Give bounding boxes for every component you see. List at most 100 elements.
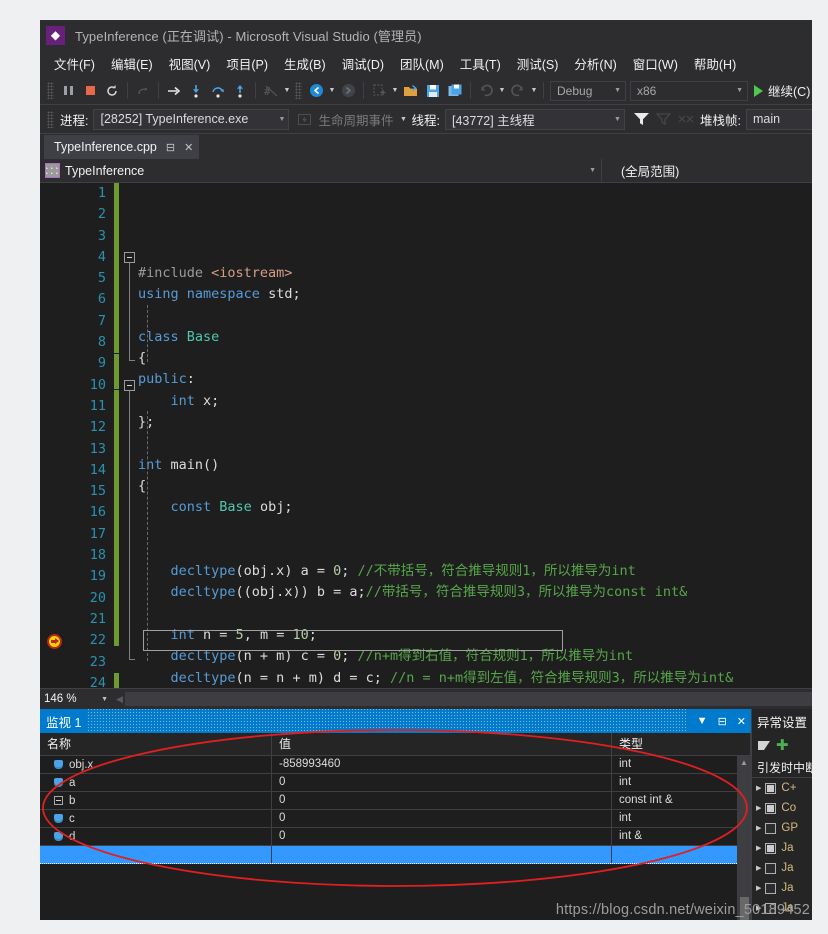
chevron-down-icon[interactable]: ▼ bbox=[692, 715, 713, 727]
watch-row-name[interactable]: obj.x bbox=[40, 756, 272, 773]
watch-row[interactable]: obj.x -858993460 int bbox=[40, 756, 737, 774]
redo-dropdown-icon[interactable]: ▼ bbox=[529, 80, 539, 101]
code-line[interactable]: decltype(n + m) c = 0; //n+m得到右值，符合规则1，所… bbox=[138, 646, 812, 667]
menu-debug[interactable]: 调试(D) bbox=[334, 50, 392, 77]
code-line[interactable]: { bbox=[138, 348, 812, 369]
code-line[interactable]: int x; bbox=[138, 391, 812, 412]
code-editor[interactable]: 1234567891011121314151617181920212223242… bbox=[40, 183, 812, 688]
thread-combo[interactable]: [43772] 主线程 ▼ bbox=[444, 108, 625, 130]
menu-window[interactable]: 窗口(W) bbox=[625, 50, 686, 77]
watch-row[interactable] bbox=[40, 846, 737, 864]
nav-scope-combo[interactable]: (全局范围) bbox=[602, 159, 812, 182]
add-icon[interactable]: ✚ bbox=[776, 738, 789, 753]
navigate-back-icon[interactable] bbox=[305, 80, 327, 101]
exception-rows-container[interactable]: ▶C+▶Co▶GP▶Ja▶Ja▶Ja▶Ja▶Ja bbox=[752, 778, 812, 920]
column-header-value[interactable]: 值 bbox=[272, 733, 612, 755]
chevron-right-icon[interactable]: ▶ bbox=[756, 824, 761, 832]
solution-configuration-combo[interactable]: Debug ▼ bbox=[550, 80, 626, 101]
code-line[interactable]: decltype(n = n + m) d = c; //n = n+m得到左值… bbox=[138, 668, 812, 688]
scroll-up-arrow-icon[interactable]: ▲ bbox=[740, 758, 748, 767]
menu-test[interactable]: 测试(S) bbox=[509, 50, 567, 77]
code-line[interactable]: { bbox=[138, 476, 812, 497]
code-text-area[interactable]: #include <iostream> using namespace std; … bbox=[138, 183, 812, 688]
redo-icon[interactable] bbox=[507, 80, 529, 101]
pause-icon[interactable] bbox=[57, 80, 79, 101]
watch-row-value[interactable]: -858993460 bbox=[272, 756, 612, 773]
code-line[interactable]: public: bbox=[138, 369, 812, 390]
exception-row[interactable]: ▶Ja bbox=[752, 838, 812, 858]
menu-view[interactable]: 视图(V) bbox=[161, 50, 219, 77]
exception-row[interactable]: ▶ GP bbox=[752, 818, 812, 838]
debugbar-grip[interactable] bbox=[47, 110, 54, 128]
watch-row-value[interactable]: 0 bbox=[272, 828, 612, 845]
code-line[interactable]: const Base obj; bbox=[138, 497, 812, 518]
filter-icon[interactable] bbox=[758, 740, 770, 750]
open-file-icon[interactable] bbox=[400, 80, 422, 101]
breakpoint-current-statement-icon[interactable] bbox=[47, 634, 62, 649]
restart-icon[interactable] bbox=[101, 80, 123, 101]
thread-filter-icon[interactable] bbox=[631, 109, 653, 130]
watch-row[interactable]: c 0 int bbox=[40, 810, 737, 828]
flag-icon[interactable] bbox=[653, 109, 675, 130]
chevron-right-icon[interactable]: ▶ bbox=[756, 784, 761, 792]
expand-icon[interactable] bbox=[54, 796, 63, 805]
exception-checkbox[interactable] bbox=[765, 882, 777, 894]
chevron-right-icon[interactable]: ▶ bbox=[756, 864, 761, 872]
continue-button[interactable]: 继续(C) bbox=[750, 81, 812, 100]
exception-row[interactable]: ▶ C+ bbox=[752, 778, 812, 798]
toolbar-grip-2[interactable] bbox=[295, 82, 302, 99]
breakpoint-gutter[interactable] bbox=[40, 183, 70, 688]
step-out-icon[interactable] bbox=[229, 80, 251, 101]
chevron-right-icon[interactable]: ▶ bbox=[756, 884, 761, 892]
zoom-level-combo[interactable]: 146 % ▼ bbox=[40, 690, 114, 708]
watch-row-name[interactable]: d bbox=[40, 828, 272, 845]
exception-checkbox[interactable] bbox=[765, 862, 777, 874]
code-line[interactable]: int n = 5, m = 10; bbox=[138, 625, 812, 646]
pin-icon[interactable]: ⊟ bbox=[713, 715, 732, 728]
menu-project[interactable]: 项目(P) bbox=[218, 50, 276, 77]
exception-row[interactable]: ▶Ja bbox=[752, 878, 812, 898]
code-line[interactable]: class Base bbox=[138, 327, 812, 348]
exception-row[interactable]: ▶Ja bbox=[752, 918, 812, 920]
watch-row[interactable]: d 0 int & bbox=[40, 828, 737, 846]
exception-row[interactable]: ▶ Co bbox=[752, 798, 812, 818]
step-over-icon[interactable] bbox=[207, 80, 229, 101]
save-all-icon[interactable] bbox=[444, 80, 466, 101]
watch-row[interactable]: a 0 int bbox=[40, 774, 737, 792]
watch-row[interactable]: b 0 const int & bbox=[40, 792, 737, 810]
chevron-right-icon[interactable]: ▶ bbox=[756, 804, 761, 812]
tab-typeinference-cpp[interactable]: TypeInference.cpp ⊟ ✕ bbox=[44, 135, 200, 159]
new-project-icon[interactable] bbox=[368, 80, 390, 101]
lifecycle-dropdown-icon[interactable]: ▼ bbox=[399, 109, 409, 130]
code-line[interactable] bbox=[138, 540, 812, 561]
watch-row-name[interactable] bbox=[40, 846, 272, 863]
navigate-back-dropdown-icon[interactable]: ▼ bbox=[327, 80, 337, 101]
step-into-icon[interactable] bbox=[185, 80, 207, 101]
horizontal-scrollbar[interactable] bbox=[124, 692, 812, 706]
close-icon[interactable]: ✕ bbox=[732, 715, 751, 728]
watch-rows-container[interactable]: obj.x -858993460 int a 0 int b 0 const int & c 0 in… bbox=[40, 756, 737, 920]
watch-row-name[interactable]: b bbox=[40, 792, 272, 809]
watch-row-name[interactable]: c bbox=[40, 810, 272, 827]
exception-checkbox[interactable] bbox=[765, 822, 777, 834]
watch-row-value[interactable]: 0 bbox=[272, 792, 612, 809]
code-line[interactable] bbox=[138, 604, 812, 625]
code-line[interactable]: using namespace std; bbox=[138, 284, 812, 305]
code-line[interactable] bbox=[138, 519, 812, 540]
code-line[interactable]: }; bbox=[138, 412, 812, 433]
watch-row-value[interactable]: 0 bbox=[272, 810, 612, 827]
watch-vertical-scrollbar[interactable]: ▲ bbox=[737, 756, 751, 920]
exception-checkbox[interactable] bbox=[765, 802, 777, 814]
parallel-stacks-icon[interactable] bbox=[675, 109, 697, 130]
pin-icon[interactable]: ⊟ bbox=[166, 141, 175, 154]
fold-toggle-class-base[interactable] bbox=[124, 252, 135, 263]
menu-file[interactable]: 文件(F) bbox=[46, 50, 103, 77]
watch-row-name[interactable]: a bbox=[40, 774, 272, 791]
menu-analyze[interactable]: 分析(N) bbox=[566, 50, 624, 77]
fold-toggle-main[interactable] bbox=[124, 380, 135, 391]
new-project-dropdown-icon[interactable]: ▼ bbox=[390, 80, 400, 101]
panel-drag-handle[interactable] bbox=[87, 709, 686, 733]
stop-icon[interactable] bbox=[79, 80, 101, 101]
undo-icon[interactable] bbox=[475, 80, 497, 101]
hex-display-icon[interactable]: # bbox=[260, 80, 282, 101]
